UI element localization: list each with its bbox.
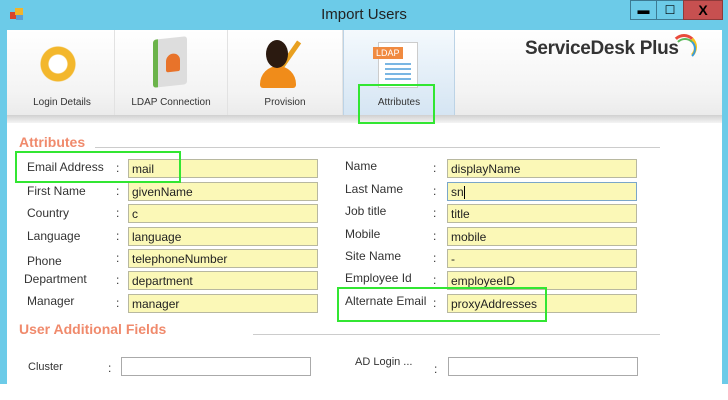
language-label: Language <box>27 229 81 243</box>
mobile-input[interactable]: mobile <box>447 227 637 246</box>
colon: : <box>116 296 120 310</box>
job-title-input[interactable]: title <box>447 204 637 223</box>
colon: : <box>116 206 120 220</box>
site-name-label: Site Name <box>345 249 402 263</box>
colon: : <box>433 229 437 243</box>
country-label: Country <box>27 206 70 220</box>
name-input[interactable]: displayName <box>447 159 637 178</box>
colon: : <box>116 229 120 243</box>
phone-input[interactable]: telephoneNumber <box>128 249 318 268</box>
country-input[interactable]: c <box>128 204 318 223</box>
language-input[interactable]: language <box>128 227 318 246</box>
highlight-box <box>337 287 547 322</box>
ldap-document-icon: LDAP <box>373 42 418 88</box>
manager-input[interactable]: manager <box>128 294 318 313</box>
attributes-heading: Attributes <box>19 134 86 150</box>
colon: : <box>108 361 112 375</box>
department-input[interactable]: department <box>128 271 318 290</box>
maximize-button[interactable]: ☐ <box>656 0 684 20</box>
last-name-label: Last Name <box>345 182 404 196</box>
cluster-input[interactable] <box>121 357 311 376</box>
mobile-label: Mobile <box>345 227 381 241</box>
text-caret <box>463 186 465 200</box>
logo-arc-icon <box>674 38 696 60</box>
manager-label: Manager <box>27 294 75 308</box>
ad-login-label: AD Login ... <box>355 356 413 368</box>
colon: : <box>116 251 120 265</box>
cluster-label: Cluster <box>28 361 63 373</box>
gear-icon <box>34 40 82 88</box>
employee-id-label: Employee Id <box>345 271 412 285</box>
tab-login-details[interactable]: Login Details <box>10 30 115 115</box>
site-name-input[interactable]: - <box>447 249 637 268</box>
colon: : <box>433 161 437 175</box>
ad-login-input[interactable] <box>448 357 638 376</box>
window-title: Import Users <box>321 6 407 23</box>
tab-provision[interactable]: Provision <box>228 30 343 115</box>
close-button[interactable]: X <box>683 0 723 20</box>
ldap-badge: LDAP <box>373 47 403 59</box>
user-tool-icon <box>260 38 302 88</box>
input-value: sn <box>451 185 464 199</box>
tab-label: Login Details <box>33 97 91 108</box>
colon: : <box>116 184 120 198</box>
first-name-label: First Name <box>27 184 86 198</box>
tab-label: Provision <box>264 97 306 108</box>
colon: : <box>116 273 120 287</box>
address-book-icon <box>153 36 187 88</box>
job-title-label: Job title <box>345 204 387 218</box>
department-label: Department <box>24 272 87 286</box>
colon: : <box>433 251 437 265</box>
minimize-button[interactable]: ▬ <box>630 0 657 20</box>
divider <box>95 147 660 148</box>
tab-ldap-connection[interactable]: LDAP Connection <box>115 30 228 115</box>
highlight-box <box>358 84 435 124</box>
colon: : <box>433 184 437 198</box>
import-users-window: Import Users ▬ ☐ X Login Details LDAP Co… <box>0 0 728 384</box>
additional-fields-heading: User Additional Fields <box>19 321 167 337</box>
name-label: Name <box>345 159 378 173</box>
servicedesk-plus-logo: ServiceDesk Plus <box>525 38 679 59</box>
divider <box>253 334 660 335</box>
colon: : <box>433 273 437 287</box>
phone-label: Phone <box>27 254 62 268</box>
colon: : <box>433 206 437 220</box>
tab-label: LDAP Connection <box>131 97 211 108</box>
last-name-input[interactable]: sn <box>447 182 637 201</box>
highlight-box <box>15 151 181 183</box>
client-area: Login Details LDAP Connection Provision … <box>7 30 722 384</box>
first-name-input[interactable]: givenName <box>128 182 318 201</box>
colon: : <box>434 362 438 376</box>
title-bar[interactable]: Import Users ▬ ☐ X <box>0 0 728 30</box>
